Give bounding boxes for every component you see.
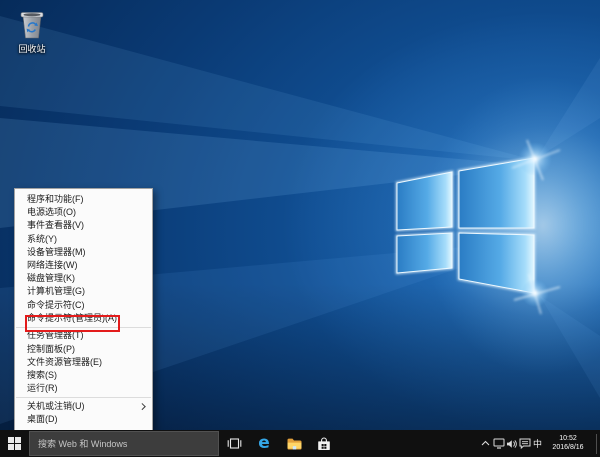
system-tray: 中 10:52 2016/8/16	[479, 430, 600, 457]
menu-item-label: 关机或注销(U)	[27, 401, 85, 411]
task-view-button[interactable]	[219, 430, 249, 457]
menu-item-command-prompt-admin[interactable]: 命令提示符(管理员)(A)	[15, 312, 152, 325]
recycle-bin-label: 回收站	[18, 44, 46, 54]
menu-item-system[interactable]: 系统(Y)	[15, 233, 152, 246]
action-center-button[interactable]	[518, 430, 531, 457]
taskbar-clock[interactable]: 10:52 2016/8/16	[544, 435, 592, 452]
menu-item-file-explorer[interactable]: 文件资源管理器(E)	[15, 356, 152, 369]
search-placeholder-text: 搜索 Web 和 Windows	[38, 439, 128, 449]
ime-chinese-label: 中	[532, 439, 542, 449]
windows-desktop: 回收站 程序和功能(F) 电源选项(O) 事件查看器(V) 系统(Y) 设备管理…	[0, 0, 600, 457]
menu-item-run[interactable]: 运行(R)	[15, 382, 152, 395]
file-explorer-button[interactable]	[279, 430, 309, 457]
taskbar-search-input[interactable]: 搜索 Web 和 Windows	[29, 431, 219, 456]
menu-item-desktop[interactable]: 桌面(D)	[15, 413, 152, 426]
tray-expand-button[interactable]	[479, 430, 492, 457]
menu-item-programs-and-features[interactable]: 程序和功能(F)	[15, 193, 152, 206]
show-desktop-button[interactable]	[596, 433, 597, 454]
store-bag-icon	[318, 436, 330, 450]
menu-item-shutdown-or-signout[interactable]: 关机或注销(U)	[15, 400, 152, 413]
ime-indicator[interactable]: 中	[531, 430, 544, 457]
menu-separator	[16, 397, 151, 399]
clock-date: 2016/8/16	[552, 443, 584, 451]
taskbar: 搜索 Web 和 Windows e 中 10:52 2016/8/16	[0, 430, 600, 457]
recycle-bin-desktop-icon[interactable]: 回收站	[8, 7, 56, 55]
menu-item-event-viewer[interactable]: 事件查看器(V)	[15, 219, 152, 232]
edge-browser-button[interactable]: e	[249, 430, 279, 457]
clock-time: 10:52	[559, 435, 577, 442]
task-view-icon	[227, 438, 241, 449]
menu-item-task-manager[interactable]: 任务管理器(T)	[15, 329, 152, 342]
file-explorer-folder-icon	[287, 438, 301, 449]
menu-item-device-manager[interactable]: 设备管理器(M)	[15, 246, 152, 259]
network-icon	[493, 438, 504, 449]
menu-item-search[interactable]: 搜索(S)	[15, 369, 152, 382]
chevron-up-icon	[481, 440, 490, 446]
winx-context-menu: 程序和功能(F) 电源选项(O) 事件查看器(V) 系统(Y) 设备管理器(M)…	[14, 188, 153, 432]
menu-item-command-prompt[interactable]: 命令提示符(C)	[15, 299, 152, 312]
store-button[interactable]	[309, 430, 339, 457]
windows-start-icon	[8, 437, 21, 450]
menu-item-power-options[interactable]: 电源选项(O)	[15, 206, 152, 219]
submenu-chevron-right-icon	[138, 403, 145, 410]
volume-tray-button[interactable]	[505, 430, 518, 457]
start-button[interactable]	[0, 430, 29, 457]
edge-icon: e	[258, 433, 270, 453]
menu-item-control-panel[interactable]: 控制面板(P)	[15, 343, 152, 356]
menu-item-network-connections[interactable]: 网络连接(W)	[15, 259, 152, 272]
menu-separator	[16, 326, 151, 328]
menu-item-disk-management[interactable]: 磁盘管理(K)	[15, 272, 152, 285]
network-tray-button[interactable]	[492, 430, 505, 457]
action-center-icon	[519, 438, 530, 449]
speaker-icon	[507, 439, 517, 448]
recycle-bin-icon	[20, 12, 44, 39]
menu-item-computer-management[interactable]: 计算机管理(G)	[15, 285, 152, 298]
